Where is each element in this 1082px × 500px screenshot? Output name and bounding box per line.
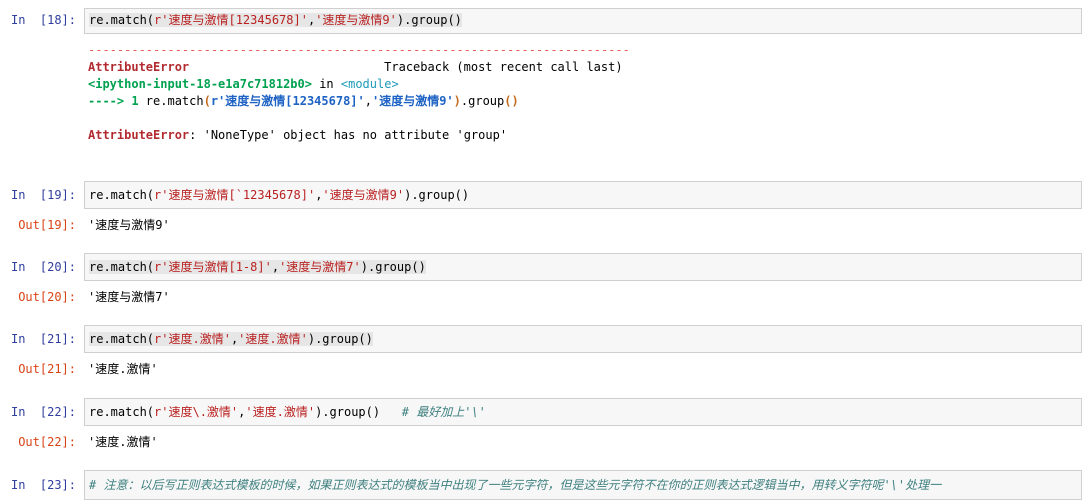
code-string: '速度.激情' bbox=[238, 332, 308, 346]
output-prompt: Out[21]: bbox=[18, 362, 76, 376]
code-string: r'速度.激情' bbox=[154, 332, 231, 346]
code-input[interactable]: re.match(r'速度与激情[12345678]','速度与激情9').gr… bbox=[84, 8, 1082, 34]
code-string: r'速度与激情[12345678]' bbox=[154, 13, 308, 27]
code-input[interactable]: re.match(r'速度\.激情','速度.激情').group() # 最好… bbox=[84, 398, 1082, 426]
code-text: re.match( bbox=[89, 405, 155, 419]
code-input[interactable]: # 注意：以后写正则表达式模板的时候，如果正则表达式的模板当中出现了一些元字符，… bbox=[84, 470, 1082, 500]
input-prompt: In [22]: bbox=[10, 405, 76, 419]
input-prompt: In [20]: bbox=[10, 260, 76, 274]
code-comment: # 注意：以后写正则表达式模板的时候，如果正则表达式的模板当中出现了一些元字符，… bbox=[89, 478, 942, 492]
traceback-dashes: ----------------------------------------… bbox=[88, 43, 630, 57]
code-string: r'速度\.激情' bbox=[154, 405, 239, 419]
code-input[interactable]: re.match(r'速度与激情[1-8]','速度与激情7').group() bbox=[84, 253, 1082, 281]
code-input[interactable]: re.match(r'速度.激情','速度.激情').group() bbox=[84, 325, 1082, 353]
traceback-line: ----> 1 re.match(r'速度与激情[12345678]','速度与… bbox=[88, 94, 519, 108]
input-prompt: In [18]: bbox=[10, 13, 76, 27]
input-prompt: In [23]: bbox=[10, 478, 76, 492]
code-string: '速度与激情9' bbox=[315, 13, 397, 27]
cell-output: '速度.激情' bbox=[88, 362, 158, 376]
output-prompt: Out[22]: bbox=[18, 435, 76, 449]
cell-output: '速度.激情' bbox=[88, 435, 158, 449]
cell-output: '速度与激情7' bbox=[88, 290, 170, 304]
input-prompt: In [21]: bbox=[10, 332, 76, 346]
code-text: re.match( bbox=[89, 13, 155, 27]
code-string: r'速度与激情[1-8]' bbox=[154, 260, 272, 274]
cell-output: '速度与激情9' bbox=[88, 218, 170, 232]
code-string: '速度.激情' bbox=[245, 405, 316, 419]
code-line: re.match(r'速度与激情[12345678]','速度与激情9').gr… bbox=[89, 13, 462, 27]
traceback-message: AttributeError: 'NoneType' object has no… bbox=[88, 128, 508, 142]
code-input[interactable]: re.match(r'速度与激情[`12345678]','速度与激情9').g… bbox=[84, 181, 1082, 209]
code-text: re.match( bbox=[89, 188, 155, 202]
code-line: re.match(r'速度.激情','速度.激情').group() bbox=[89, 332, 373, 346]
code-string: '速度与激情7' bbox=[279, 260, 361, 274]
code-string: r'速度与激情[`12345678]' bbox=[154, 188, 316, 202]
code-text: ).group() bbox=[315, 405, 402, 419]
code-text: ).group() bbox=[404, 188, 470, 202]
input-prompt: In [19]: bbox=[10, 188, 76, 202]
code-text: , bbox=[271, 260, 280, 274]
code-text: ).group() bbox=[307, 332, 373, 346]
output-prompt: Out[19]: bbox=[18, 218, 76, 232]
output-prompt: Out[20]: bbox=[18, 290, 76, 304]
code-string: '速度与激情9' bbox=[322, 188, 405, 202]
code-comment: # 最好加上'\' bbox=[401, 405, 486, 419]
code-text: re.match( bbox=[89, 332, 155, 346]
traceback-header: AttributeError Traceback (most recent cal… bbox=[88, 60, 623, 74]
code-text: ).group() bbox=[360, 260, 426, 274]
code-text: re.match( bbox=[89, 260, 155, 274]
traceback-location: <ipython-input-18-e1a7c71812b0> in <modu… bbox=[88, 77, 399, 91]
code-line: re.match(r'速度与激情[1-8]','速度与激情7').group() bbox=[89, 260, 426, 274]
code-text: ).group() bbox=[396, 13, 462, 27]
